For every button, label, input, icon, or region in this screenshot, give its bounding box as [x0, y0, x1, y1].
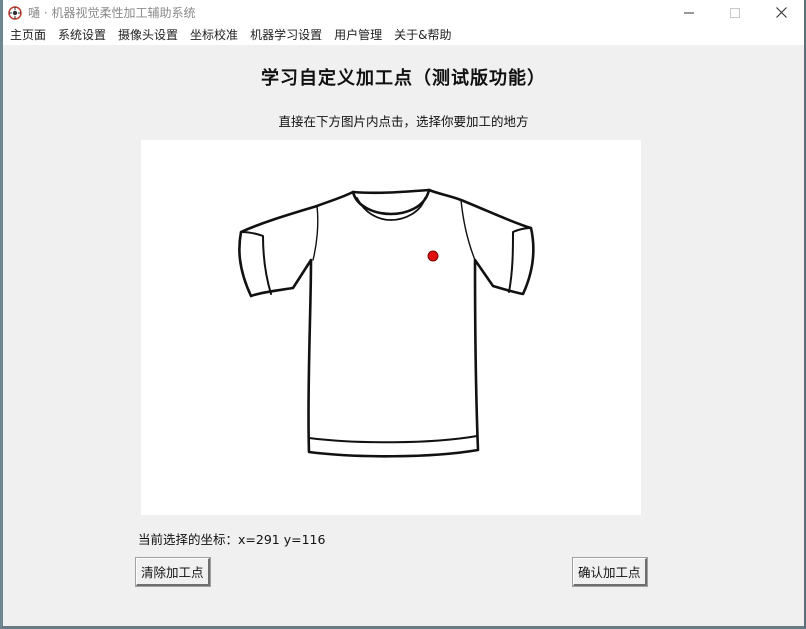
window-title: 嗵 · 机器视觉柔性加工辅助系统: [28, 6, 196, 20]
image-canvas[interactable]: [141, 140, 641, 515]
menu-home[interactable]: 主页面: [3, 25, 52, 45]
menu-about-help[interactable]: 关于&帮助: [388, 25, 457, 45]
maximize-button[interactable]: [712, 0, 758, 25]
confirm-point-button[interactable]: 确认加工点: [572, 557, 648, 587]
menu-bar: 主页面 系统设置 摄像头设置 坐标校准 机器学习设置 用户管理 关于&帮助: [3, 25, 804, 45]
close-button[interactable]: [758, 0, 804, 25]
app-window: 嗵 · 机器视觉柔性加工辅助系统 主页面 系统设置 摄像头设置 坐标校准 机器学…: [0, 0, 806, 629]
maximize-icon: [730, 7, 740, 18]
app-logo-icon: [8, 5, 22, 20]
page-title: 学习自定义加工点（测试版功能）: [261, 68, 546, 89]
coordinates-readout: 当前选择的坐标：x=291 y=116: [138, 532, 326, 547]
menu-user-management[interactable]: 用户管理: [328, 25, 388, 45]
tshirt-image: [238, 188, 535, 458]
menu-coordinate-calibration[interactable]: 坐标校准: [184, 25, 244, 45]
selected-point-marker: [427, 250, 439, 262]
menu-system-settings[interactable]: 系统设置: [52, 25, 112, 45]
minimize-icon: [684, 12, 694, 13]
title-bar: 嗵 · 机器视觉柔性加工辅助系统: [3, 0, 804, 25]
instruction-text: 直接在下方图片内点击，选择你要加工的地方: [278, 114, 529, 129]
close-icon: [775, 7, 787, 18]
menu-ml-settings[interactable]: 机器学习设置: [244, 25, 328, 45]
clear-point-button[interactable]: 清除加工点: [135, 557, 211, 587]
menu-camera-settings[interactable]: 摄像头设置: [112, 25, 184, 45]
minimize-button[interactable]: [666, 0, 712, 25]
